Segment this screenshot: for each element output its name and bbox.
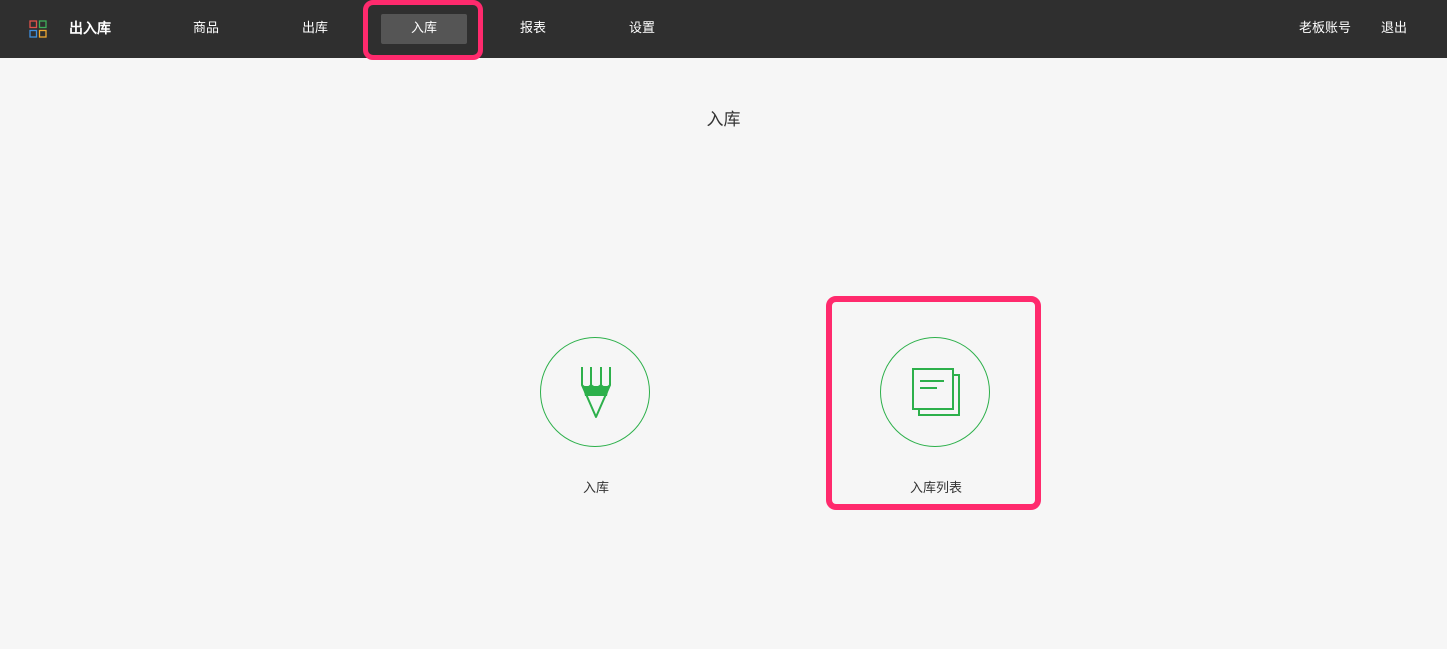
tile-inbound-list-label: 入库列表	[909, 481, 962, 496]
nav-item-inbound[interactable]: 入库	[381, 14, 467, 44]
nav-item-reports[interactable]: 报表	[490, 14, 576, 44]
nav-item-settings[interactable]: 设置	[599, 14, 685, 44]
tile-inbound-circle	[540, 337, 650, 447]
tile-inbound-label: 入库	[582, 481, 609, 496]
nav-item-outbound[interactable]: 出库	[272, 14, 358, 44]
page-title: 入库	[706, 110, 741, 130]
tile-inbound-list-circle	[880, 337, 990, 447]
top-navigation-bar: 出入库 商品 出库 入库 报表 设置 老板账号 退出	[0, 0, 1447, 58]
nav-item-products[interactable]: 商品	[163, 14, 249, 44]
app-brand-title[interactable]: 出入库	[69, 0, 111, 58]
document-list-icon	[912, 368, 960, 416]
app-grid-icon[interactable]	[29, 20, 47, 38]
tile-inbound[interactable]: 入库	[501, 303, 691, 496]
tile-inbound-list[interactable]: 入库列表	[841, 303, 1031, 496]
pen-icon	[581, 367, 611, 418]
logout-link[interactable]: 退出	[1381, 0, 1407, 58]
account-link[interactable]: 老板账号	[1299, 0, 1351, 58]
